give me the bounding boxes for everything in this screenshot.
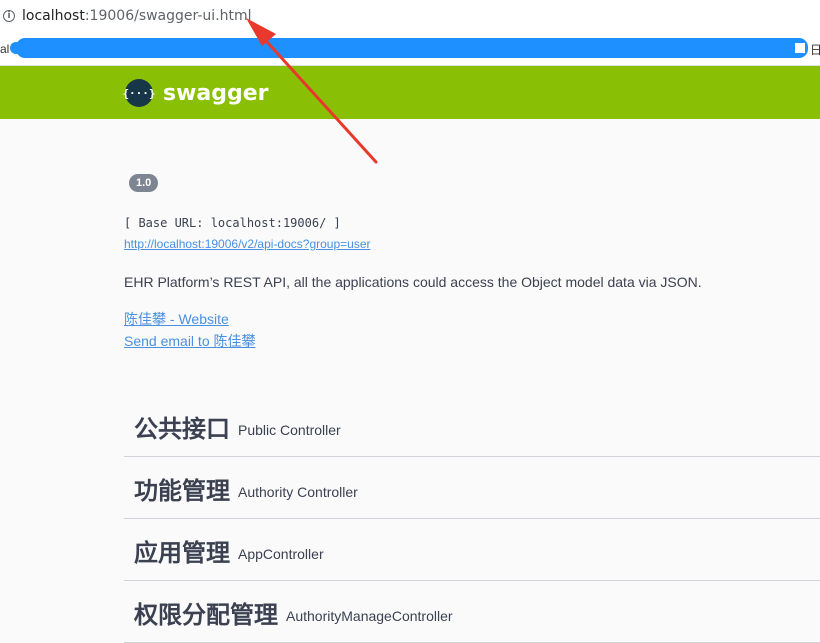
url-text[interactable]: localhost:19006/swagger-ui.html [22, 8, 252, 24]
tag-description: AppController [238, 545, 324, 562]
tag-section-public[interactable]: 公共接口 Public Controller [124, 397, 820, 457]
url-path: :19006/swagger-ui.html [84, 8, 252, 24]
api-docs-link[interactable]: http://localhost:19006/v2/api-docs?group… [124, 237, 371, 251]
swagger-logo-text[interactable]: swagger [163, 81, 269, 106]
contact-email-link[interactable]: Send email to 陈佳攀 [124, 331, 256, 351]
tag-description: Public Controller [238, 421, 341, 438]
version-badge: 1.0 [129, 174, 159, 192]
tag-section-authority[interactable]: 功能管理 Authority Controller [124, 459, 820, 519]
tag-name: 公共接口 [134, 415, 230, 443]
url-host: localhost [22, 8, 85, 24]
tag-name: 应用管理 [134, 539, 230, 567]
base-url: [ Base URL: localhost:19006/ ] [124, 216, 341, 230]
redaction-bar [16, 38, 808, 58]
info-icon[interactable]: i [3, 10, 15, 22]
tag-section-app[interactable]: 应用管理 AppController [124, 521, 820, 581]
bookmark-fragment-right[interactable]: 日 [810, 41, 820, 58]
bookmarks-bar: al 日 [0, 32, 820, 66]
contact-website-link[interactable]: 陈佳攀 - Website [124, 309, 229, 329]
swagger-logo-icon[interactable]: {···} [122, 79, 156, 107]
tag-name: 功能管理 [134, 477, 230, 505]
address-bar[interactable]: i localhost:19006/swagger-ui.html [0, 0, 820, 32]
swagger-topbar: {···} swagger [0, 66, 820, 119]
tag-section-authority-manage[interactable]: 权限分配管理 AuthorityManageController [124, 583, 820, 643]
tag-name: 权限分配管理 [134, 601, 278, 629]
tag-description: Authority Controller [238, 483, 358, 500]
bookmark-fragment-left[interactable]: al [0, 42, 9, 56]
tag-description: AuthorityManageController [286, 607, 453, 624]
bookmark-square-icon [794, 42, 806, 54]
api-description: EHR Platform’s REST API, all the applica… [124, 274, 702, 290]
